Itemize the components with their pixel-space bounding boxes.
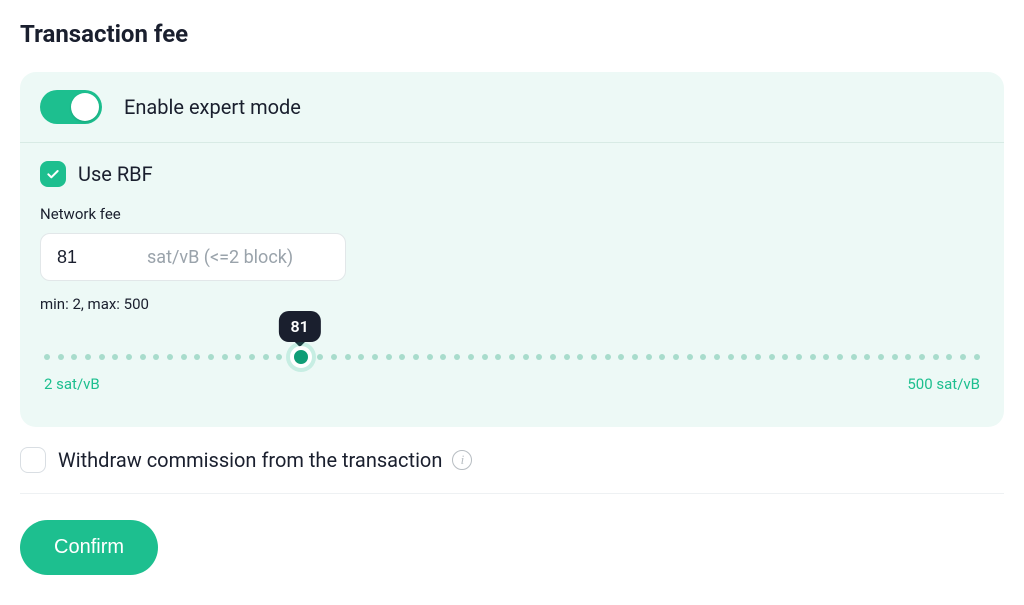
- toggle-knob: [71, 93, 99, 121]
- info-icon[interactable]: i: [452, 450, 472, 470]
- expert-mode-toggle[interactable]: [40, 90, 102, 124]
- fee-panel: Enable expert mode Use RBF Network fee s…: [20, 72, 1004, 427]
- use-rbf-label: Use RBF: [78, 162, 153, 186]
- network-fee-input-wrap: sat/vB (<=2 block): [40, 233, 346, 281]
- fee-minmax-text: min: 2, max: 500: [40, 295, 984, 313]
- slider-tooltip: 81: [278, 311, 320, 342]
- withdraw-row: Withdraw commission from the transaction…: [20, 427, 1004, 493]
- use-rbf-checkbox[interactable]: [40, 161, 66, 187]
- slider-min-label: 2 sat/vB: [44, 375, 100, 393]
- expert-mode-row: Enable expert mode: [20, 72, 1004, 143]
- expert-mode-label: Enable expert mode: [124, 95, 301, 119]
- page-title: Transaction fee: [20, 20, 1004, 48]
- slider-max-label: 500 sat/vB: [907, 375, 980, 393]
- slider-labels: 2 sat/vB 500 sat/vB: [44, 375, 980, 393]
- fee-slider[interactable]: 81 2 sat/vB 500 sat/vB: [40, 353, 984, 403]
- network-fee-input[interactable]: [57, 247, 147, 268]
- slider-thumb[interactable]: [290, 346, 312, 368]
- confirm-button[interactable]: Confirm: [20, 520, 158, 575]
- slider-track: [44, 353, 980, 361]
- check-icon: [45, 166, 61, 182]
- fee-panel-body: Use RBF Network fee sat/vB (<=2 block) m…: [20, 143, 1004, 427]
- network-fee-unit-hint: sat/vB (<=2 block): [147, 247, 293, 268]
- withdraw-checkbox[interactable]: [20, 447, 46, 473]
- withdraw-label: Withdraw commission from the transaction: [58, 448, 442, 472]
- use-rbf-row: Use RBF: [40, 161, 984, 187]
- network-fee-label: Network fee: [40, 205, 984, 223]
- divider: [20, 493, 1004, 494]
